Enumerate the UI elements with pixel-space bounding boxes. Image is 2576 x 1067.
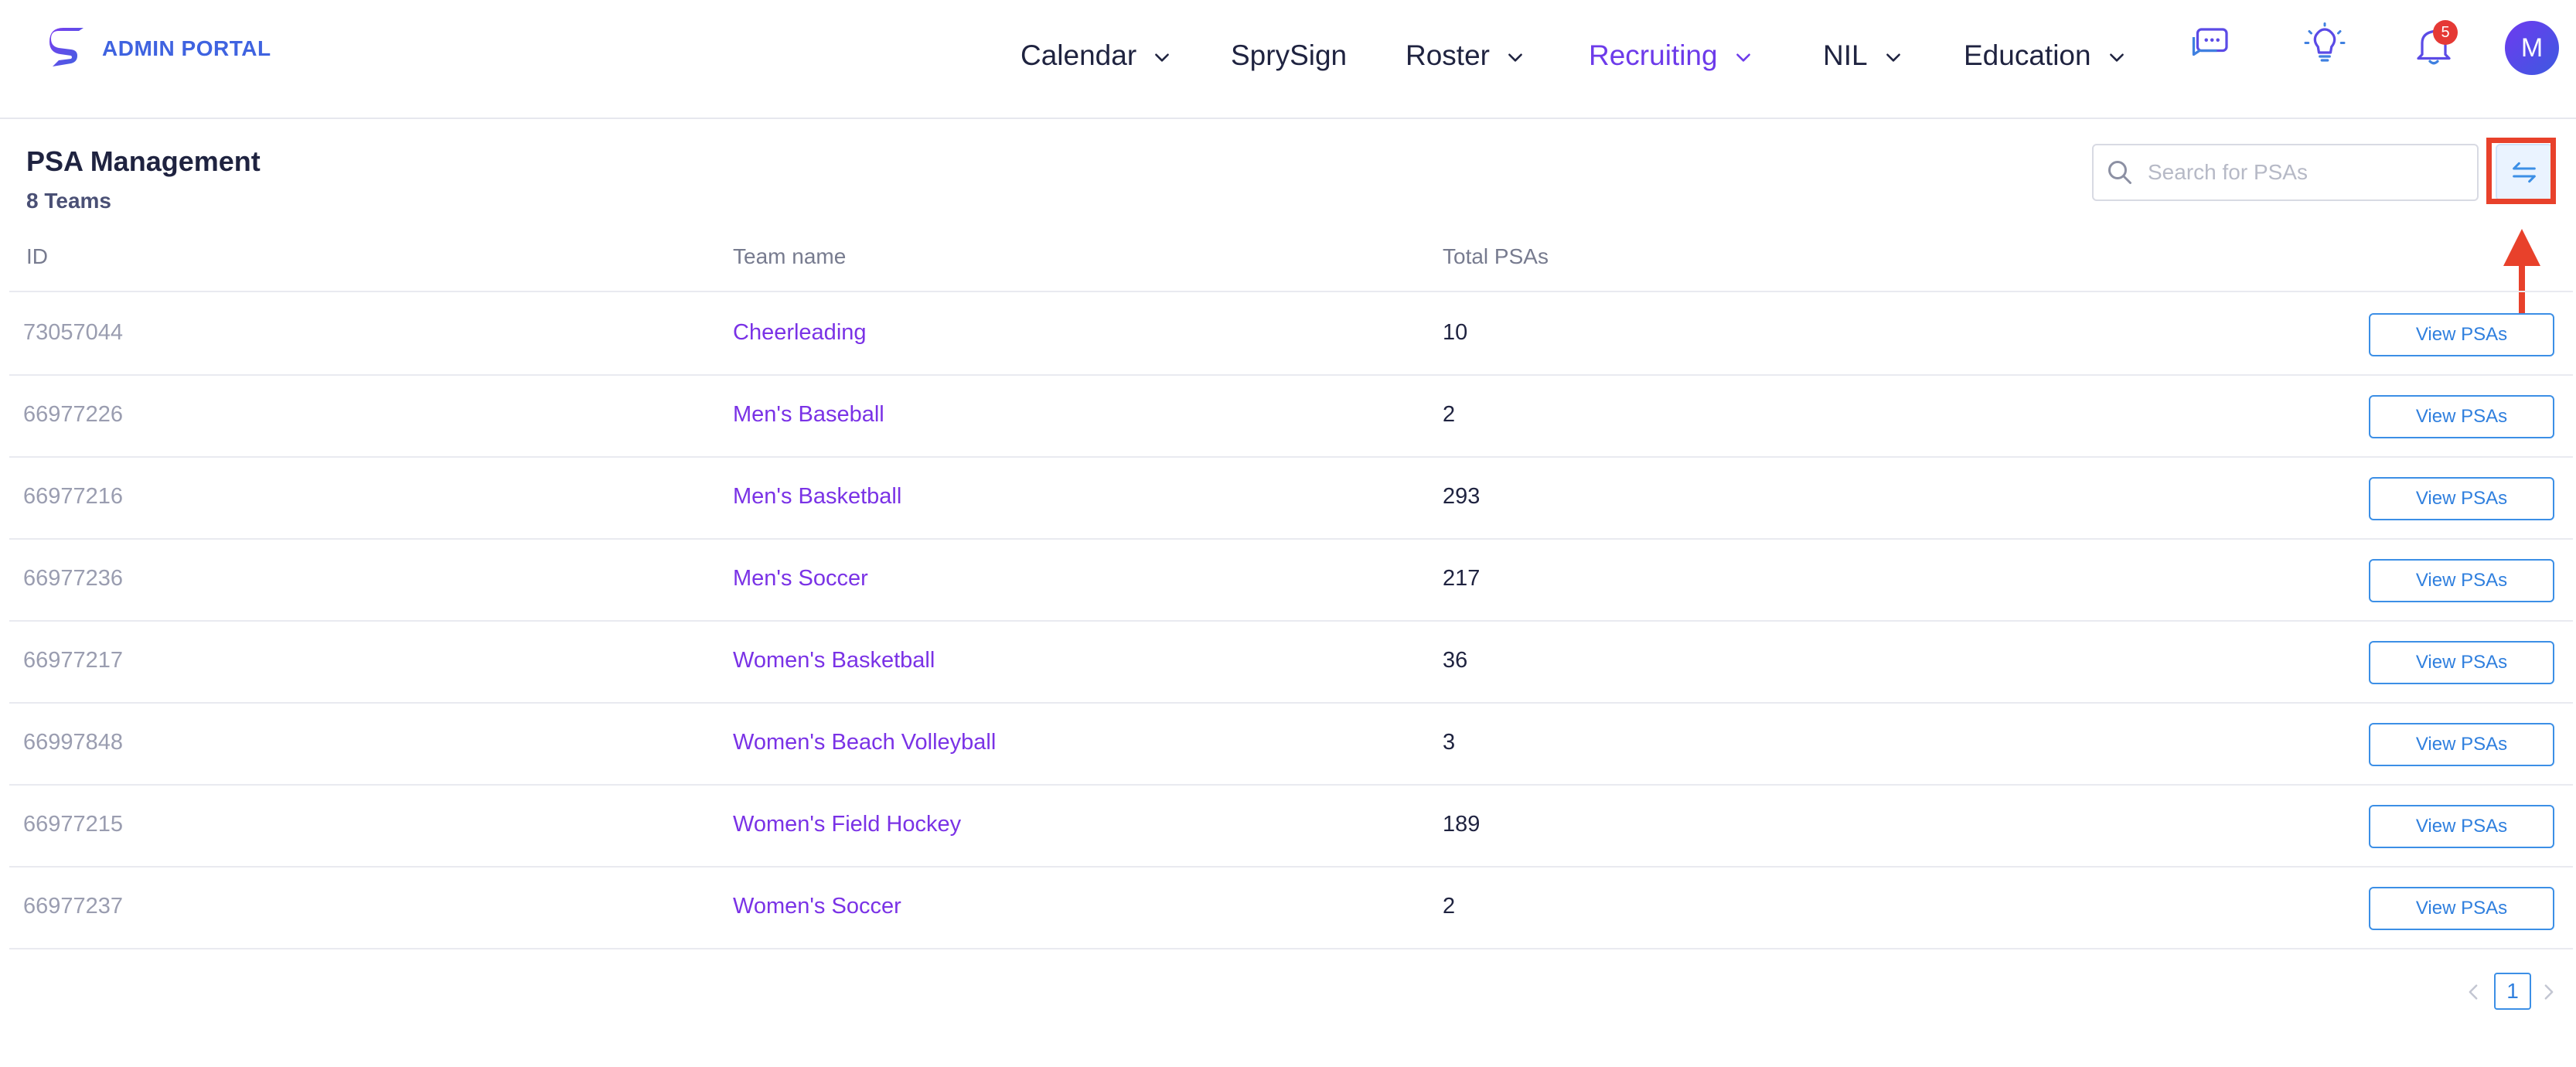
column-header-total-psas[interactable]: Total PSAs: [1443, 244, 1549, 269]
table-row: 66977237 Women's Soccer 2 View PSAs: [9, 868, 2573, 949]
brand-logo-icon: [49, 28, 83, 66]
table-row: 66977216 Men's Basketball 293 View PSAs: [9, 458, 2573, 540]
nav-sprysign-label: SprySign: [1231, 39, 1348, 71]
avatar[interactable]: M: [2505, 21, 2559, 75]
nav-roster-label: Roster: [1406, 39, 1490, 71]
team-name-link[interactable]: Women's Beach Volleyball: [733, 730, 996, 755]
chevron-down-icon: [2109, 53, 2124, 62]
total-psas: 3: [1443, 730, 1456, 755]
team-id: 66977216: [23, 484, 124, 509]
table-row: 66997848 Women's Beach Volleyball 3 View…: [9, 704, 2573, 786]
chevron-right-icon[interactable]: [2539, 973, 2559, 1011]
team-name-link[interactable]: Men's Basketball: [733, 484, 901, 510]
search-icon: [2108, 161, 2131, 184]
nav-roster[interactable]: Roster: [1406, 34, 1525, 77]
table-row: 73057044 Cheerleading 10 View PSAs: [9, 294, 2573, 376]
team-id: 73057044: [23, 320, 124, 345]
table-header: ID Team name Total PSAs: [9, 235, 2573, 292]
view-psas-button[interactable]: View PSAs: [2369, 313, 2554, 356]
view-psas-button[interactable]: View PSAs: [2369, 641, 2554, 684]
team-count: 8 Teams: [26, 189, 111, 213]
team-name-link[interactable]: Men's Soccer: [733, 566, 868, 591]
team-id: 66997848: [23, 730, 124, 755]
team-id: 66977236: [23, 566, 124, 591]
page-title: PSA Management: [26, 145, 261, 177]
total-psas: 189: [1443, 812, 1481, 837]
chevron-left-icon[interactable]: [2463, 973, 2483, 1011]
nav-recruiting-label: Recruiting: [1589, 39, 1718, 71]
view-psas-button[interactable]: View PSAs: [2369, 887, 2554, 930]
nav-calendar-label: Calendar: [1021, 39, 1137, 71]
table-row: 66977236 Men's Soccer 217 View PSAs: [9, 540, 2573, 622]
team-id: 66977226: [23, 402, 124, 427]
view-psas-button[interactable]: View PSAs: [2369, 559, 2554, 602]
nav-sprysign[interactable]: SprySign: [1231, 34, 1347, 77]
lightbulb-icon[interactable]: [2302, 22, 2348, 68]
nav-education-label: Education: [1964, 39, 2091, 71]
view-psas-button[interactable]: View PSAs: [2369, 477, 2554, 520]
nav-education[interactable]: Education: [1964, 34, 2127, 77]
team-id: 66977217: [23, 648, 124, 673]
team-name-link[interactable]: Cheerleading: [733, 320, 867, 346]
nav-calendar[interactable]: Calendar: [1021, 34, 1172, 77]
column-header-id[interactable]: ID: [26, 244, 48, 269]
page-number-current[interactable]: 1: [2494, 973, 2531, 1010]
table-row: 66977226 Men's Baseball 2 View PSAs: [9, 376, 2573, 458]
team-id: 66977215: [23, 812, 124, 837]
team-id: 66977237: [23, 894, 124, 919]
nav-nil-label: NIL: [1823, 39, 1868, 71]
total-psas: 293: [1443, 484, 1481, 509]
brand[interactable]: ADMIN PORTAL: [48, 28, 271, 70]
view-psas-button[interactable]: View PSAs: [2369, 395, 2554, 438]
top-navigation-bar: ADMIN PORTAL Calendar SprySign Roster Re…: [0, 0, 2576, 119]
nav-recruiting[interactable]: Recruiting: [1589, 34, 1753, 77]
table-row: 66977217 Women's Basketball 36 View PSAs: [9, 622, 2573, 704]
total-psas: 10: [1443, 320, 1468, 345]
team-name-link[interactable]: Women's Basketball: [733, 648, 935, 673]
search-box[interactable]: [2092, 144, 2479, 201]
chat-icon[interactable]: [2188, 22, 2234, 68]
view-psas-button[interactable]: View PSAs: [2369, 805, 2554, 848]
table-row: 66977215 Women's Field Hockey 189 View P…: [9, 786, 2573, 868]
view-psas-button[interactable]: View PSAs: [2369, 723, 2554, 766]
notification-badge: 5: [2433, 20, 2458, 45]
column-header-team-name[interactable]: Team name: [733, 244, 846, 269]
nav-nil[interactable]: NIL: [1823, 34, 1903, 77]
total-psas: 2: [1443, 894, 1456, 919]
total-psas: 217: [1443, 566, 1481, 591]
chevron-down-icon: [1155, 53, 1170, 62]
team-name-link[interactable]: Men's Baseball: [733, 402, 884, 428]
total-psas: 2: [1443, 402, 1456, 427]
team-name-link[interactable]: Women's Field Hockey: [733, 812, 961, 837]
annotation-highlight-box: [2486, 138, 2556, 204]
chevron-down-icon: [1886, 53, 1900, 62]
team-name-link[interactable]: Women's Soccer: [733, 894, 901, 919]
chevron-down-icon: [1736, 53, 1750, 62]
chevron-down-icon: [1508, 53, 1522, 62]
brand-name: ADMIN PORTAL: [102, 36, 271, 60]
search-input[interactable]: [2148, 160, 2457, 185]
total-psas: 36: [1443, 648, 1468, 673]
